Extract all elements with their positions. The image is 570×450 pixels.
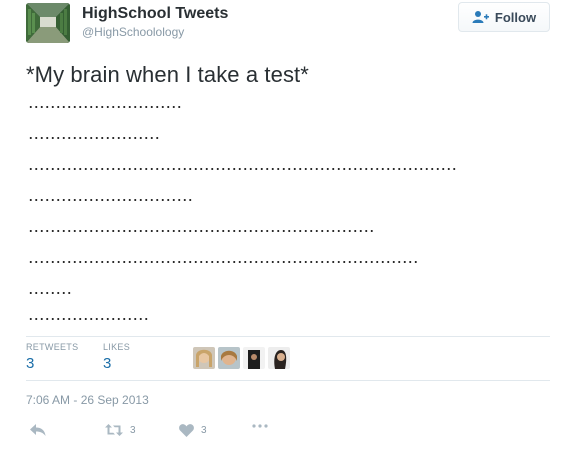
tweet-card: HighSchool Tweets @HighSchoolology Follo… [0, 0, 570, 450]
dot-line [28, 135, 160, 141]
dot-line [28, 104, 182, 110]
school-hallway-avatar-icon [26, 3, 70, 43]
liker-avatar[interactable] [243, 347, 265, 369]
follow-person-icon [472, 10, 490, 24]
dot-line [28, 316, 149, 322]
reply-button[interactable] [30, 424, 46, 436]
liker-avatar[interactable] [218, 347, 240, 369]
divider [26, 380, 550, 381]
likes-label: LIKES [103, 342, 131, 352]
retweets-count[interactable]: 3 [26, 355, 34, 372]
liker-avatars [193, 347, 290, 369]
follow-button[interactable]: Follow [458, 2, 550, 32]
dot-line [28, 290, 73, 296]
retweet-button[interactable]: 3 [105, 424, 136, 436]
likes-count[interactable]: 3 [103, 355, 111, 372]
liker-avatar[interactable] [268, 347, 290, 369]
author-handle[interactable]: @HighSchoolology [82, 25, 184, 39]
liker-avatar[interactable] [193, 347, 215, 369]
more-button[interactable] [252, 424, 268, 428]
tweet-text: *My brain when I take a test* [26, 62, 309, 87]
dot-line [28, 197, 193, 203]
dot-line [28, 228, 375, 234]
divider [26, 336, 550, 337]
reply-icon [30, 424, 46, 436]
like-button[interactable]: 3 [179, 424, 207, 437]
more-icon [252, 424, 268, 428]
like-count: 3 [201, 425, 207, 436]
retweet-icon [105, 424, 123, 436]
author-name[interactable]: HighSchool Tweets [82, 5, 228, 23]
heart-icon [179, 424, 194, 437]
retweet-count: 3 [130, 424, 136, 436]
author-avatar[interactable] [26, 3, 70, 43]
follow-button-label: Follow [494, 9, 537, 25]
dot-line [28, 259, 419, 265]
retweets-label: RETWEETS [26, 342, 79, 352]
tweet-timestamp[interactable]: 7:06 AM - 26 Sep 2013 [26, 393, 149, 407]
dot-line [28, 166, 457, 172]
